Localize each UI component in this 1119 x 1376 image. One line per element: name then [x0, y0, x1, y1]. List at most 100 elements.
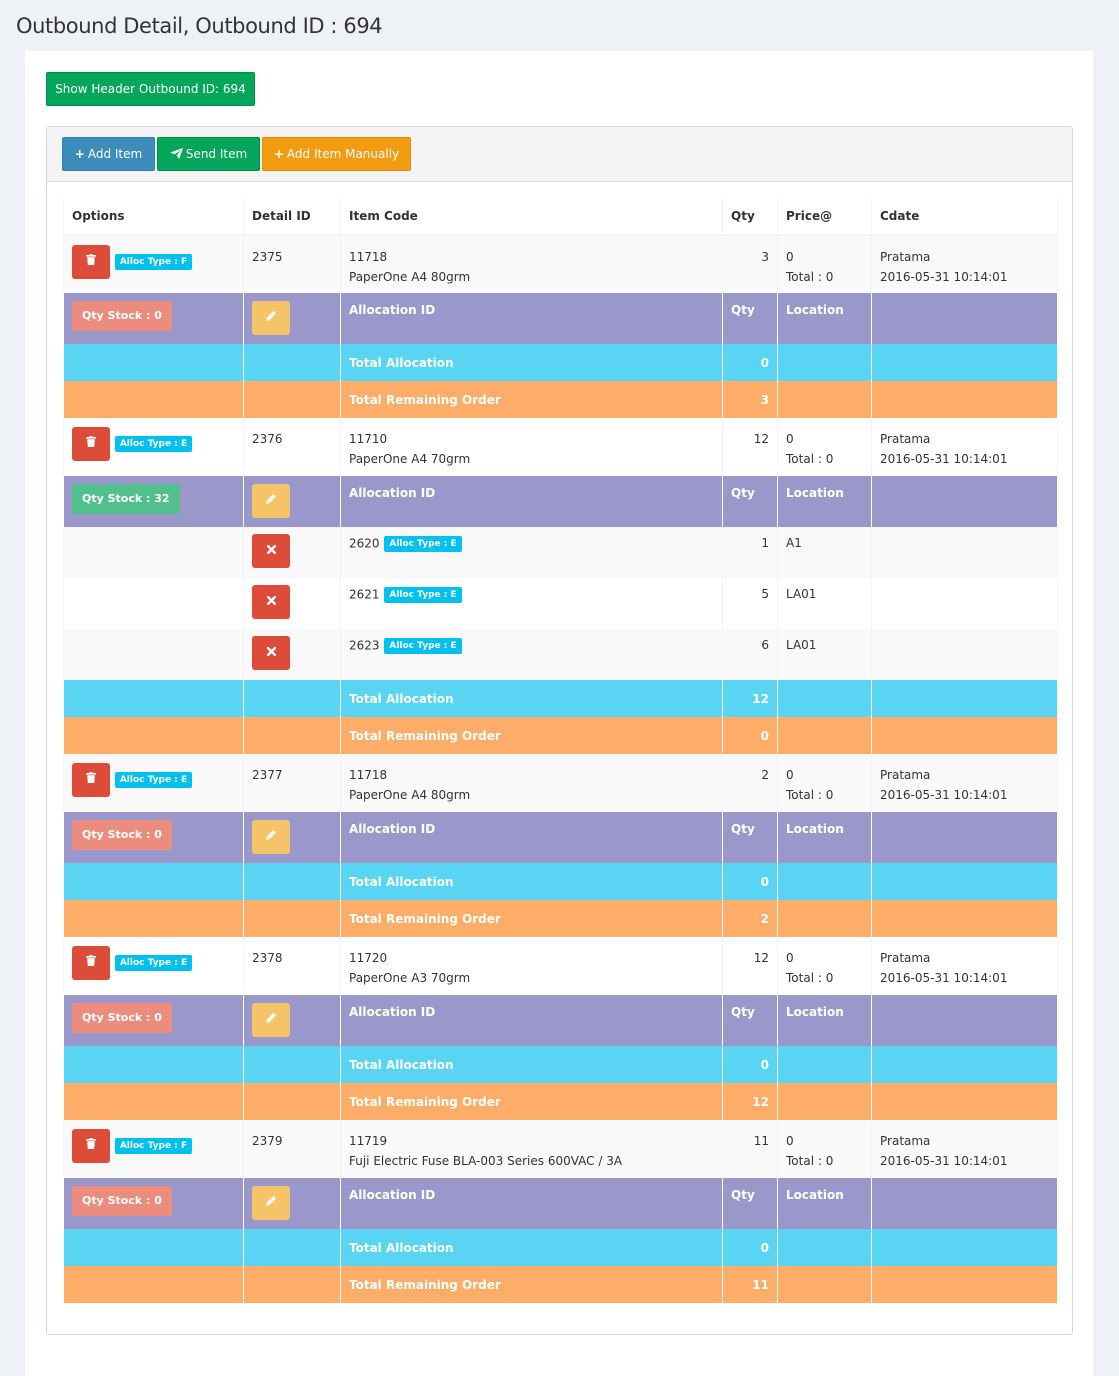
total-remaining-label: Total Remaining Order — [340, 1083, 723, 1120]
empty-cell — [63, 680, 244, 717]
item-price: 0 — [786, 1134, 794, 1148]
trash-icon — [86, 436, 96, 451]
item-code: 11710 — [349, 432, 388, 446]
total-remaining-row: Total Remaining Order 11 — [63, 1266, 1058, 1303]
item-code-cell: 11719 Fuji Electric Fuse BLA-003 Series 6… — [340, 1120, 723, 1178]
qty-stock-button[interactable]: Qty Stock : 0 — [72, 820, 172, 850]
allocation-id: 2623 — [349, 638, 380, 653]
show-header-button[interactable]: Show Header Outbound ID: 694 — [46, 72, 255, 106]
empty-cell — [63, 1083, 244, 1120]
item-options-cell: Alloc Type : F — [63, 235, 244, 293]
item-code: 11718 — [349, 768, 388, 782]
alloc-col-location: Location — [777, 476, 872, 527]
outbound-detail-table: Options Detail ID Item Code Qty Price@ C… — [63, 198, 1058, 1303]
allocation-header-row: Qty Stock : 0 Allocation ID Qty Location — [63, 1178, 1058, 1229]
qty-stock-cell: Qty Stock : 32 — [63, 476, 244, 527]
item-cdate: 2016-05-31 10:14:01 — [880, 452, 1008, 466]
item-name: PaperOne A3 70grm — [349, 971, 471, 985]
total-allocation-row: Total Allocation 0 — [63, 863, 1058, 900]
edit-allocation-button[interactable] — [252, 1186, 290, 1220]
item-options-cell: Alloc Type : E — [63, 937, 244, 995]
item-price: 0 — [786, 250, 794, 264]
item-qty: 2 — [722, 754, 778, 812]
alloc-id-cell: 2623 Alloc Type : E — [340, 629, 723, 680]
total-remaining-label: Total Remaining Order — [340, 381, 723, 418]
item-price-cell: 0 Total : 0 — [777, 418, 872, 476]
empty-cell — [63, 344, 244, 381]
alloc-empty-cell — [63, 629, 244, 680]
item-total: Total : 0 — [786, 1154, 834, 1168]
qty-stock-button[interactable]: Qty Stock : 0 — [72, 1186, 172, 1216]
empty-cell — [777, 1083, 872, 1120]
remove-allocation-button[interactable] — [252, 636, 290, 670]
item-options-cell: Alloc Type : E — [63, 418, 244, 476]
item-code-cell: 11718 PaperOne A4 80grm — [340, 754, 723, 812]
remove-allocation-button[interactable] — [252, 534, 290, 568]
empty-cell — [871, 863, 1058, 900]
item-price-cell: 0 Total : 0 — [777, 235, 872, 293]
item-row: Alloc Type : E 2376 11710 PaperOne A4 70grm… — [63, 418, 1058, 476]
empty-cell — [777, 900, 872, 937]
delete-item-button[interactable] — [72, 946, 110, 980]
edit-cell — [243, 293, 341, 344]
alloc-delete-cell — [243, 578, 341, 629]
empty-cell — [777, 680, 872, 717]
item-user: Pratama — [880, 432, 931, 446]
send-item-button[interactable]: Send Item — [157, 137, 260, 171]
total-allocation-value: 0 — [722, 863, 778, 900]
add-item-button[interactable]: + Add Item — [62, 137, 155, 171]
allocation-row: 2620 Alloc Type : E 1 A1 — [63, 527, 1058, 578]
alloc-col-qty: Qty — [722, 1178, 778, 1229]
edit-cell — [243, 1178, 341, 1229]
item-qty: 12 — [722, 937, 778, 995]
edit-cell — [243, 812, 341, 863]
empty-cell — [243, 1083, 341, 1120]
edit-allocation-button[interactable] — [252, 301, 290, 335]
alloc-type-badge: Alloc Type : F — [114, 254, 193, 270]
empty-cell — [243, 381, 341, 418]
total-allocation-row: Total Allocation 0 — [63, 1229, 1058, 1266]
alloc-col-empty — [871, 812, 1058, 863]
allocation-qty: 1 — [722, 527, 778, 578]
item-user: Pratama — [880, 768, 931, 782]
edit-allocation-button[interactable] — [252, 1003, 290, 1037]
item-options-cell: Alloc Type : F — [63, 1120, 244, 1178]
empty-cell — [243, 1266, 341, 1303]
add-item-manually-button[interactable]: + Add Item Manually — [262, 137, 411, 171]
times-icon — [266, 543, 276, 558]
allocation-id: 2621 — [349, 587, 380, 602]
delete-item-button[interactable] — [72, 245, 110, 279]
allocation-location: A1 — [777, 527, 872, 578]
empty-cell — [777, 717, 872, 754]
total-remaining-row: Total Remaining Order 2 — [63, 900, 1058, 937]
item-total: Total : 0 — [786, 971, 834, 985]
detail-id-cell: 2378 — [243, 937, 341, 995]
qty-stock-button[interactable]: Qty Stock : 32 — [72, 484, 180, 514]
alloc-delete-cell — [243, 629, 341, 680]
col-qty: Qty — [722, 198, 778, 236]
total-allocation-value: 0 — [722, 1229, 778, 1266]
qty-stock-button[interactable]: Qty Stock : 0 — [72, 301, 172, 331]
edit-allocation-button[interactable] — [252, 820, 290, 854]
alloc-col-qty: Qty — [722, 995, 778, 1046]
edit-allocation-button[interactable] — [252, 484, 290, 518]
item-price: 0 — [786, 768, 794, 782]
allocation-location: LA01 — [777, 629, 872, 680]
alloc-col-location: Location — [777, 812, 872, 863]
alloc-type-badge: Alloc Type : E — [114, 436, 193, 452]
times-icon — [266, 594, 276, 609]
item-price-cell: 0 Total : 0 — [777, 754, 872, 812]
empty-cell — [871, 717, 1058, 754]
empty-cell — [871, 1046, 1058, 1083]
allocation-row: 2623 Alloc Type : E 6 LA01 — [63, 629, 1058, 680]
delete-item-button[interactable] — [72, 763, 110, 797]
qty-stock-button[interactable]: Qty Stock : 0 — [72, 1003, 172, 1033]
item-code: 11719 — [349, 1134, 388, 1148]
col-price: Price@ — [777, 198, 872, 236]
send-item-label: Send Item — [185, 147, 248, 161]
total-remaining-value: 0 — [722, 717, 778, 754]
delete-item-button[interactable] — [72, 427, 110, 461]
remove-allocation-button[interactable] — [252, 585, 290, 619]
item-code: 11718 — [349, 250, 388, 264]
delete-item-button[interactable] — [72, 1129, 110, 1163]
